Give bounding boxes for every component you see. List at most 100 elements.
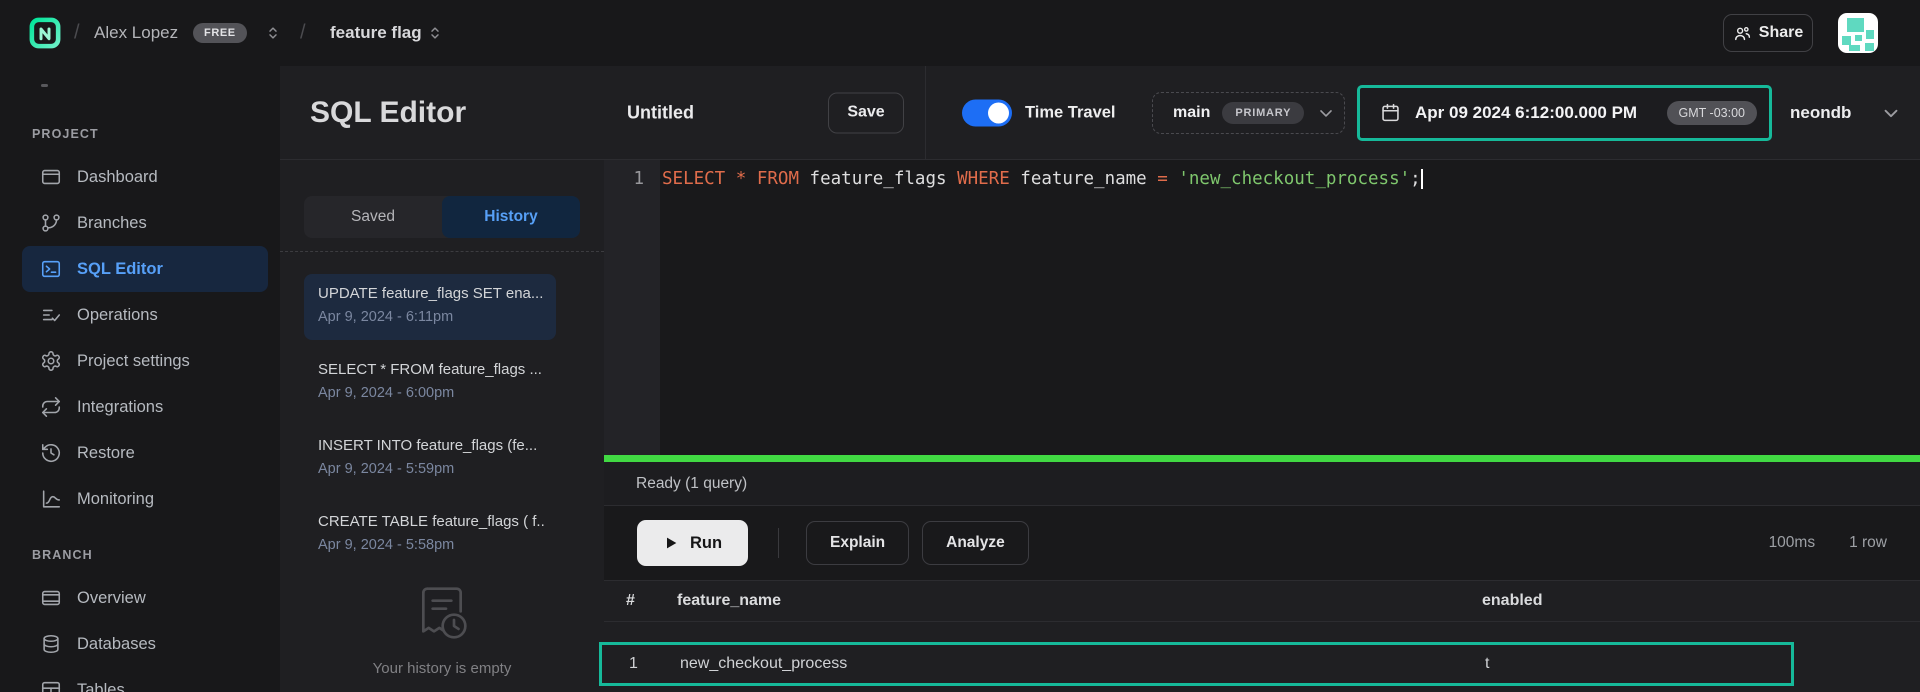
database-select[interactable]: neondb [1790,102,1902,124]
breadcrumb-project[interactable]: feature flag [330,23,422,43]
history-list: UPDATE feature_flags SET ena...Apr 9, 20… [304,274,556,568]
restore-icon [40,442,62,464]
history-item[interactable]: SELECT * FROM feature_flags ... Apr 9, 20… [304,350,556,416]
editor-main: Untitled Save Time Travel main PRIMARY A… [604,66,1920,692]
sidebar-item-dashboard[interactable]: Dashboard [22,154,268,200]
tab-saved[interactable]: Saved [304,196,442,238]
sql-editor-icon [40,258,62,280]
integrations-icon [40,396,62,418]
run-button[interactable]: Run [637,520,748,566]
top-bar: / Alex Lopez FREE / feature flag Share [0,0,1920,66]
save-button[interactable]: Save [828,92,904,133]
sidebar-item-label: Restore [77,444,135,463]
sidebar-item-operations[interactable]: Operations [22,292,268,338]
text-cursor [1421,169,1423,189]
history-date: Apr 9, 2024 - 5:59pm [318,461,544,477]
time-travel-datetime-picker[interactable]: Apr 09 2024 6:12:00.000 PM GMT -03:00 [1357,85,1772,141]
history-item[interactable]: CREATE TABLE feature_flags ( f...Apr 9, … [304,502,556,568]
sql-code-editor[interactable]: 1 SELECT * FROM feature_flags WHERE feat… [604,160,1920,455]
sidebar-item-label: Operations [77,306,158,325]
timezone-badge: GMT -03:00 [1667,101,1757,125]
plan-badge: FREE [193,23,247,43]
time-travel-toggle[interactable] [962,99,1012,126]
sidebar-section-label: PROJECT [32,127,280,141]
sidebar-item-branches[interactable]: Branches [22,200,268,246]
sidebar-item-monitoring[interactable]: Monitoring [22,476,268,522]
page-title: SQL Editor [310,96,466,130]
sidebar-item-label: Dashboard [77,168,158,187]
line-number: 1 [633,169,644,189]
sidebar-item-label: Project settings [77,352,190,371]
sidebar-item-label: Integrations [77,398,163,417]
query-duration: 100ms [1769,534,1816,552]
empty-history-icon [410,582,474,646]
sidebar-item-restore[interactable]: Restore [22,430,268,476]
settings-icon [40,350,62,372]
history-date: Apr 9, 2024 - 6:11pm [318,309,544,325]
run-label: Run [690,534,722,553]
datetime-value: Apr 09 2024 6:12:00.000 PM [1415,103,1637,123]
calendar-icon [1380,102,1401,123]
share-button[interactable]: Share [1723,14,1813,52]
pane-splitter[interactable] [604,455,1920,462]
divider [925,66,926,160]
account-selector-icon[interactable] [264,24,282,42]
divider [280,251,604,252]
query-actions: Run Explain Analyze 100ms 1 row [604,506,1920,580]
sidebar-item-project-settings[interactable]: Project settings [22,338,268,384]
chevron-down-icon [1880,102,1902,124]
avatar[interactable] [1838,13,1878,53]
neon-logo-icon[interactable] [29,17,61,49]
tab-history[interactable]: History [442,196,580,238]
enabled-cell: t [1463,655,1791,673]
explain-button[interactable]: Explain [806,521,909,565]
table-row[interactable]: 1new_checkout_processt [602,645,1791,683]
sidebar-item-tables[interactable]: Tables [22,667,268,692]
sidebar-item-integrations[interactable]: Integrations [22,384,268,430]
results-table: #feature_nameenabled 1new_checkout_proce… [604,580,1920,622]
analyze-button[interactable]: Analyze [922,521,1029,565]
sidebar-section-project: PROJECT Dashboard Branches SQL Editor Operat… [0,127,280,522]
history-item[interactable]: UPDATE feature_flags SET ena...Apr 9, 20… [304,274,556,340]
chevron-down-icon [1316,103,1336,123]
history-date: Apr 9, 2024 - 5:58pm [318,537,544,553]
sidebar-item-label: Monitoring [77,490,154,509]
line-number-gutter: 1 [604,160,660,455]
branch-select[interactable]: main PRIMARY [1152,92,1345,134]
sidebar-item-label: Overview [77,589,146,608]
sql-editor-panel: SQL Editor Saved History UPDATE feature_… [280,66,604,692]
history-query: SELECT * FROM feature_flags ... [318,361,544,378]
sidebar-item-sql-editor[interactable]: SQL Editor [22,246,268,292]
monitoring-icon [40,488,62,510]
tables-icon [40,679,62,692]
feature-name-cell: new_checkout_process [658,655,1463,673]
sidebar-item-label: SQL Editor [77,260,163,279]
branch-name: main [1173,104,1210,122]
row-count: 1 row [1849,534,1887,552]
status-bar: Ready (1 query) [604,462,1920,506]
breadcrumb-account[interactable]: Alex Lopez [94,23,178,43]
sidebar-item-overview[interactable]: Overview [22,575,268,621]
operations-icon [40,304,62,326]
history-item[interactable]: INSERT INTO feature_flags (fe... Apr 9, 2… [304,426,556,492]
sidebar: PROJECT Dashboard Branches SQL Editor Operat… [0,66,280,692]
breadcrumb-separator: / [74,22,80,45]
scroll-remnant [41,84,48,87]
sidebar-item-label: Branches [77,214,147,233]
primary-badge: PRIMARY [1222,102,1304,124]
project-selector-icon[interactable] [426,24,444,42]
panel-header: SQL Editor [280,66,604,160]
row-index-cell: 1 [607,655,658,673]
databases-icon [40,633,62,655]
database-name: neondb [1790,103,1851,123]
sidebar-section-label: BRANCH [32,548,280,562]
toggle-knob [988,102,1009,123]
query-title: Untitled [627,102,694,123]
users-icon [1733,24,1752,43]
history-query: INSERT INTO feature_flags (fe... [318,437,544,454]
divider [778,528,779,558]
branches-icon [40,212,62,234]
highlighted-row-annotation: 1new_checkout_processt [599,642,1794,686]
history-date: Apr 9, 2024 - 6:00pm [318,385,544,401]
sidebar-item-databases[interactable]: Databases [22,621,268,667]
